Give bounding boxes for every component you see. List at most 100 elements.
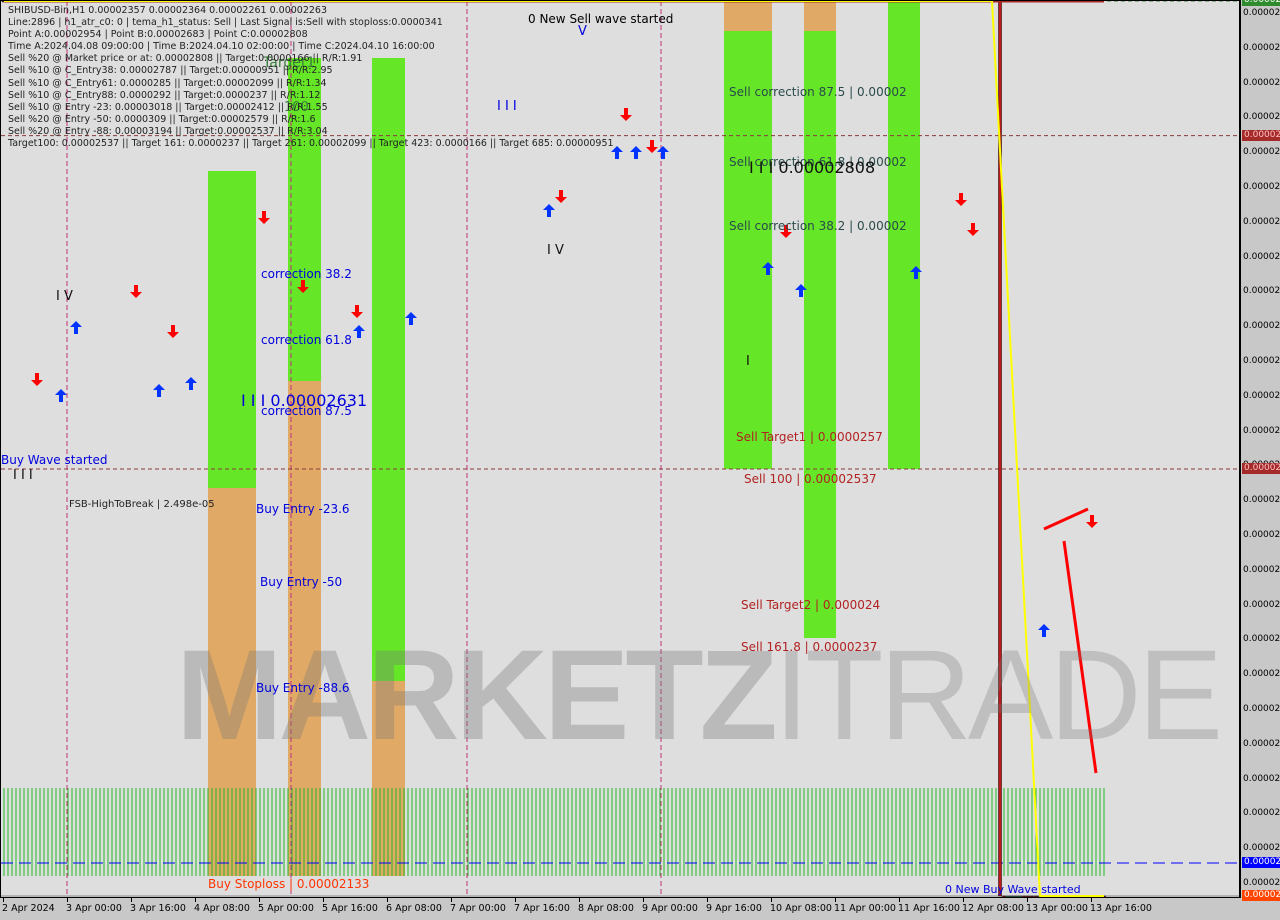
price-tick-label: 0.00002 — [1243, 216, 1280, 227]
price-badge: 0.00002 — [1242, 856, 1280, 868]
sell-arrow-icon — [258, 211, 270, 224]
time-tick — [323, 898, 324, 902]
time-tick — [643, 898, 644, 902]
fsb-high-to-break-label: FSB-HighToBreak | 2.498e-05 — [69, 499, 215, 510]
sell-arrow-icon — [620, 108, 632, 121]
targets-line: Target100: 0.00002537 || Target 161: 0.0… — [8, 138, 614, 150]
sell-target1-label: Sell Target1 | 0.0000257 — [736, 430, 883, 444]
price-tick-label: 0.00002 — [1243, 808, 1280, 819]
time-tick — [67, 898, 68, 902]
marketz-trade-watermark: MARKETZITRADE — [176, 624, 1223, 767]
buy-entry-236-label: Buy Entry -23.6 — [256, 502, 350, 516]
signal-zone-green — [888, 1, 920, 469]
time-tick-label: 3 Apr 16:00 — [130, 903, 186, 914]
signal-line: Sell %10 @ C_Entry88: 0.0000292 || Targe… — [8, 89, 321, 101]
signal-line: Sell %20 @ Entry -88: 0.00003194 || Targ… — [8, 125, 328, 137]
buy-arrow-icon — [405, 312, 417, 325]
time-tick-label: 12 Apr 08:00 — [962, 903, 1024, 914]
signal-zone-orange — [804, 1, 836, 31]
time-tick — [1027, 898, 1028, 902]
time-tick-label: 13 Apr 00:00 — [1026, 903, 1088, 914]
candle-bear — [1026, 895, 1030, 897]
price-tick-label: 0.00002 — [1243, 773, 1280, 784]
correction-618-label: correction 61.8 — [261, 333, 352, 347]
time-tick-label: 9 Apr 00:00 — [642, 903, 698, 914]
candle-bull — [1010, 895, 1014, 897]
time-tick — [131, 898, 132, 902]
price-tick-label: 0.00002 — [1243, 599, 1280, 610]
price-tick-label: 0.00002 — [1243, 77, 1280, 88]
candle-bear — [1034, 895, 1038, 897]
price-axis[interactable]: 0.00002 0.00002 0.00002 0.00002 0.00002 0.000… — [1240, 0, 1280, 901]
price-tick-label: 0.00002 — [1243, 321, 1280, 332]
buy-arrow-icon — [630, 146, 642, 159]
sell-arrow-icon — [967, 223, 979, 236]
price-tick-label: 0.00002 — [1243, 42, 1280, 53]
time-tick — [963, 898, 964, 902]
time-tick-label: 10 Apr 08:00 — [770, 903, 832, 914]
price-tick-label: 0.00002 — [1243, 704, 1280, 714]
price-tick-label: 0.00002 — [1243, 112, 1280, 123]
time-tick-label: 13 Apr 16:00 — [1090, 903, 1152, 914]
price-tick-label: 0.00002 — [1243, 286, 1280, 297]
price-tick-label: 0.00002 — [1243, 878, 1280, 888]
buy-stoploss-label: Buy Stoploss | 0.00002133 — [208, 877, 370, 891]
price-badge: 0.00002 — [1242, 0, 1280, 6]
candle-bear — [1022, 895, 1026, 897]
status-line: Line:2896 | h1_atr_c0: 0 | tema_h1_statu… — [8, 17, 443, 29]
time-tick-label: 11 Apr 16:00 — [898, 903, 960, 914]
time-tick — [707, 898, 708, 902]
time-tick — [195, 898, 196, 902]
price-tick-label: 0.00002 — [1243, 390, 1280, 401]
buy-arrow-icon — [657, 146, 669, 159]
sell-target2-label: Sell Target2 | 0.000024 — [741, 598, 881, 612]
candle-bull — [1018, 895, 1022, 897]
buy-arrow-icon — [70, 321, 82, 334]
sell-correction-382-label: Sell correction 38.2 | 0.00002 — [729, 219, 907, 233]
chart-window: MARKETZITRADE SHIBUSD-Bin,H1 0.00002357 … — [0, 0, 1280, 920]
time-tick-label: 4 Apr 08:00 — [194, 903, 250, 914]
sell-1618-label: Sell 161.8 | 0.0000237 — [741, 640, 878, 654]
wave-mark: I I I — [13, 468, 33, 483]
time-tick-label: 7 Apr 00:00 — [450, 903, 506, 914]
sell-correction-875-label: Sell correction 87.5 | 0.00002 — [729, 85, 907, 99]
signal-line: Sell %10 @ C_Entry61: 0.0000285 || Targe… — [8, 77, 327, 89]
chart-plot-area[interactable]: MARKETZITRADE SHIBUSD-Bin,H1 0.00002357 … — [0, 0, 1240, 898]
sell-arrow-icon — [167, 325, 179, 338]
time-tick — [451, 898, 452, 902]
signal-zone-green — [208, 171, 256, 488]
price-tick-label: 0.00002 — [1243, 8, 1280, 18]
buy-entry-50-label: Buy Entry -50 — [260, 575, 343, 589]
price-tick-label: 0.00002 — [1243, 564, 1280, 575]
wave-mark: I V — [547, 243, 564, 258]
signal-line: Sell %20 @ Market price or at: 0.0000280… — [8, 53, 363, 65]
sell-arrow-icon — [351, 305, 363, 318]
wave-mark: I V — [56, 289, 73, 304]
signal-line: Sell %20 @ Entry -50: 0.0000309 || Targe… — [8, 113, 316, 125]
sell-arrow-icon — [955, 193, 967, 206]
time-tick-label: 5 Apr 00:00 — [258, 903, 314, 914]
buy-arrow-icon — [185, 377, 197, 390]
time-tick — [387, 898, 388, 902]
time-tick — [1091, 898, 1092, 902]
buy-wave-started-label: Buy Wave started — [1, 453, 108, 467]
buy-arrow-icon — [353, 325, 365, 338]
price-badge: 0.00002 — [1242, 890, 1280, 901]
sell-arrow-icon — [31, 373, 43, 386]
time-tick-label: 11 Apr 00:00 — [834, 903, 896, 914]
time-tick-label: 3 Apr 00:00 — [66, 903, 122, 914]
signal-zone-green — [804, 31, 836, 638]
buy-arrow-icon — [543, 204, 555, 217]
price-tick-label: 0.00002 — [1243, 495, 1280, 506]
signal-zone-green — [372, 58, 405, 681]
correction-875-label: correction 87.5 — [261, 404, 352, 418]
price-tick-label: 0.00002 — [1243, 530, 1280, 540]
time-tick — [259, 898, 260, 902]
time-tick-label: 2 Apr 2024 — [2, 903, 55, 914]
time-tick — [835, 898, 836, 902]
price-tick-label: 0.00002 — [1243, 356, 1280, 366]
time-axis[interactable]: 2 Apr 2024 3 Apr 00:00 3 Apr 16:00 4 Apr 08… — [0, 898, 1240, 920]
new-buy-wave-label: 0 New Buy Wave started — [945, 883, 1081, 896]
candle-bull — [1006, 895, 1010, 897]
time-tick — [515, 898, 516, 902]
